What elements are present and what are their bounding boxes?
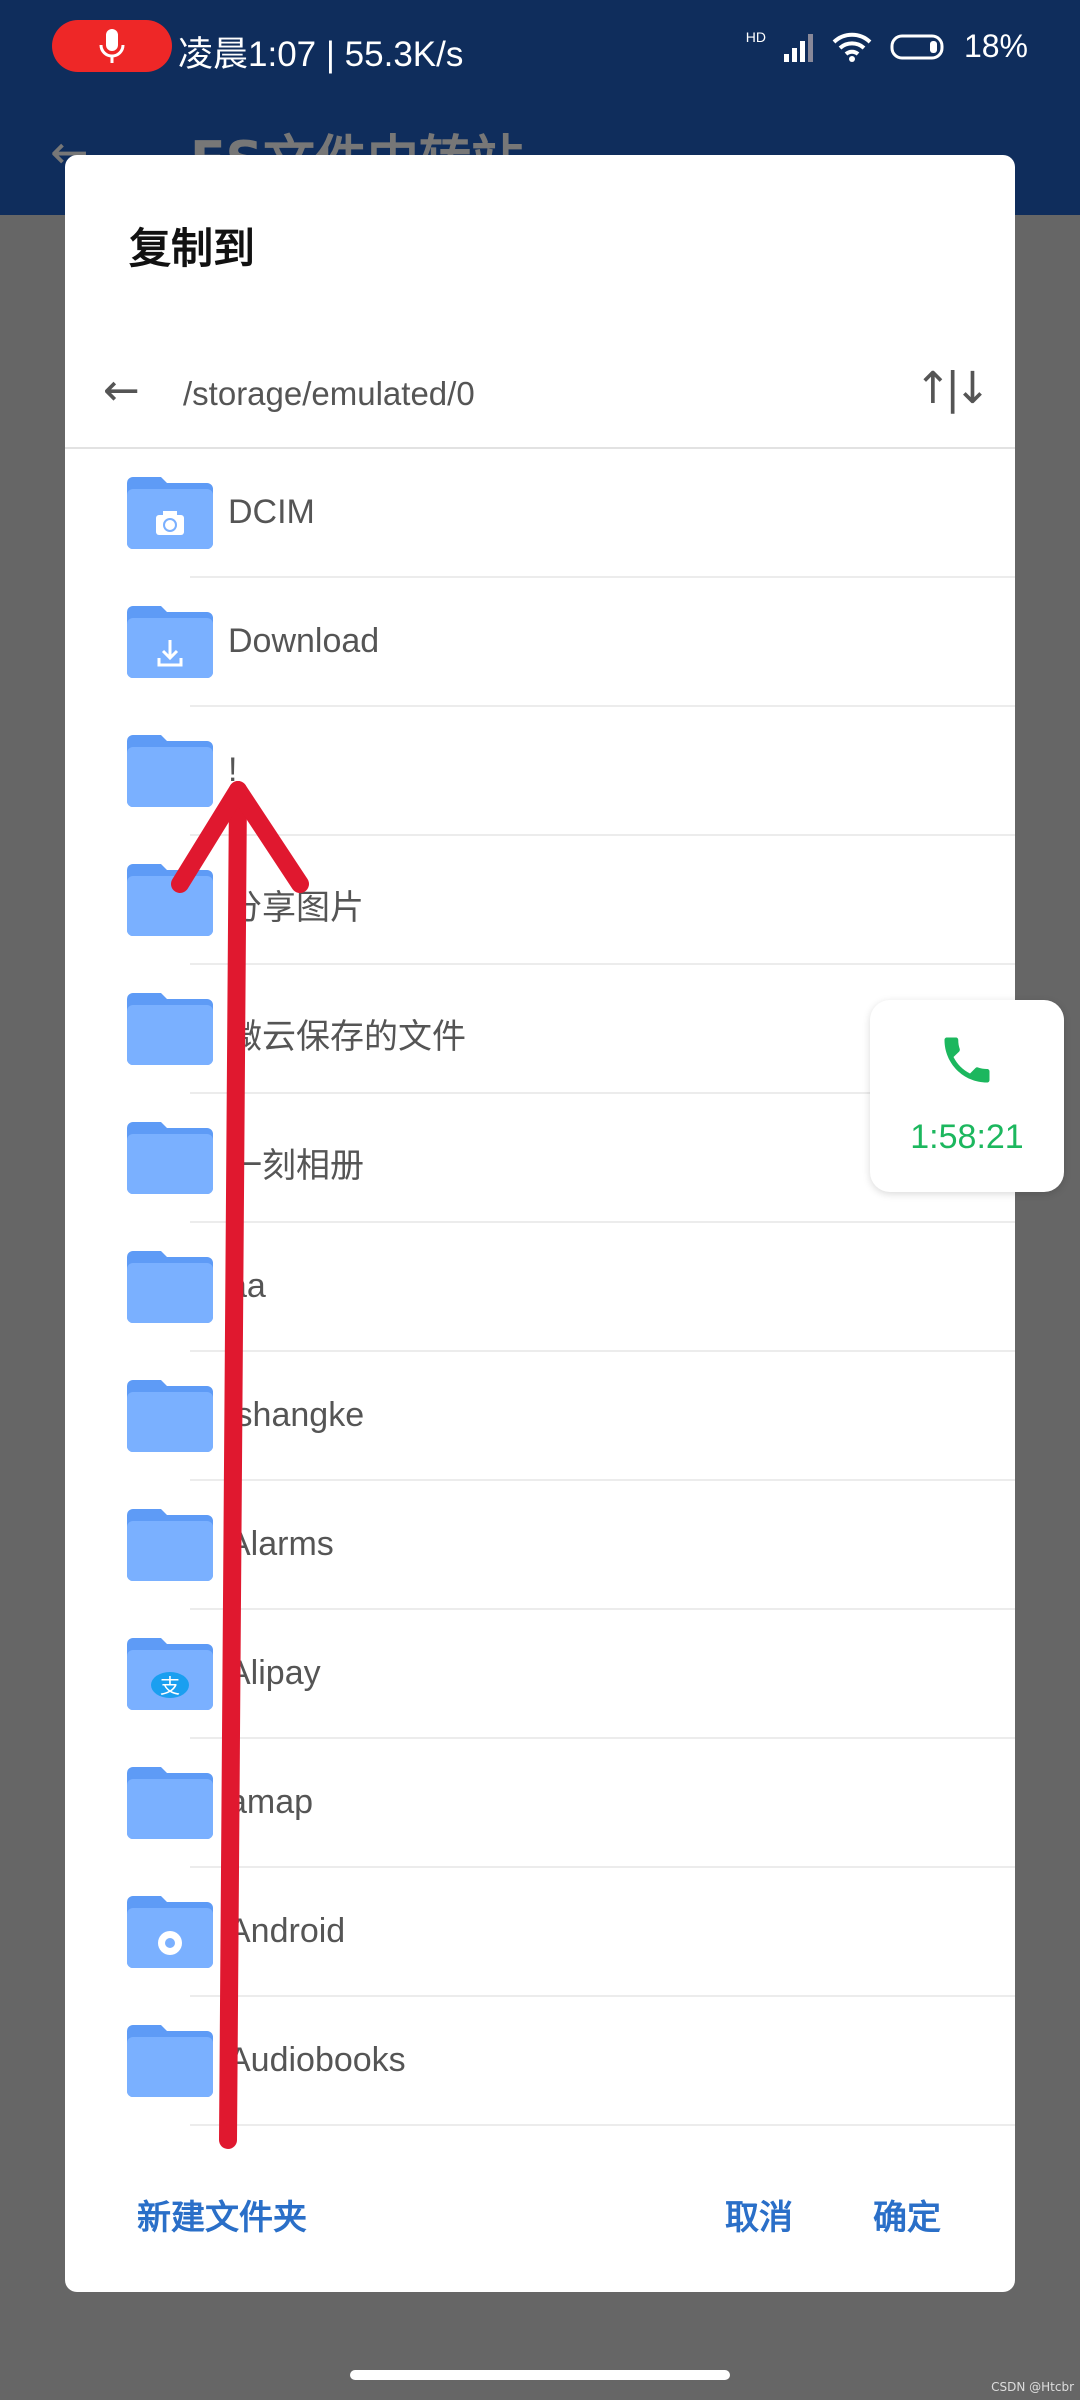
folder-icon — [127, 1509, 213, 1581]
battery-level: 18% — [963, 28, 1028, 64]
confirm-button[interactable]: 确定 — [873, 2190, 941, 2239]
folder-icon — [127, 1380, 213, 1452]
folder-row[interactable]: Audiobooks — [65, 1997, 1015, 2126]
phone-icon — [944, 1037, 990, 1083]
microphone-icon — [99, 29, 125, 63]
home-indicator[interactable] — [350, 2370, 730, 2380]
folder-icon — [127, 735, 213, 807]
folder-name: 一刻相册 — [228, 1147, 364, 1185]
divider — [190, 2124, 1015, 2126]
copy-to-dialog: 复制到 ← /storage/emulated/0 ↑|↓ DCIM Downlo… — [65, 155, 1015, 2292]
folder-name: amap — [228, 1783, 314, 1821]
wifi-icon — [832, 32, 872, 62]
folder-row[interactable]: Android — [65, 1868, 1015, 1997]
folder-icon — [127, 1251, 213, 1323]
folder-name: DCIM — [228, 493, 315, 531]
folder-name: ishangke — [228, 1396, 365, 1434]
call-floating-widget[interactable]: 1:58:21 — [870, 1000, 1064, 1192]
folder-row[interactable]: ishangke — [65, 1352, 1015, 1481]
cellular-signal-icon — [783, 33, 813, 62]
gear-folder-icon — [127, 1896, 213, 1968]
dialog-title: 复制到 — [129, 224, 256, 273]
folder-name: aa — [228, 1267, 266, 1305]
back-arrow-icon[interactable]: ← — [103, 365, 140, 416]
folder-row[interactable]: Download — [65, 578, 1015, 707]
recording-indicator[interactable] — [52, 20, 172, 72]
folder-icon — [127, 1767, 213, 1839]
folder-row[interactable]: amap — [65, 1739, 1015, 1868]
folder-row[interactable]: 支 Alipay — [65, 1610, 1015, 1739]
folder-name: Audiobooks — [228, 2041, 406, 2079]
svg-text:支: 支 — [160, 1674, 180, 1698]
folder-list[interactable]: DCIM Download! 分享图片微云保存的文件 一刻相册 aa ishangke Al… — [65, 449, 1015, 2126]
folder-icon — [127, 993, 213, 1065]
folder-name: Alipay — [228, 1654, 321, 1692]
folder-name: ! — [228, 751, 238, 789]
status-time: 凌晨1:07 | 55.3K/s — [178, 35, 464, 74]
alipay-folder-icon: 支 — [127, 1638, 213, 1710]
folder-name: Download — [228, 622, 380, 660]
folder-row[interactable]: 分享图片 — [65, 836, 1015, 965]
folder-row[interactable]: ! — [65, 707, 1015, 836]
folder-icon — [127, 1122, 213, 1194]
current-path: /storage/emulated/0 — [183, 375, 475, 412]
battery-icon — [890, 34, 944, 59]
camera-folder-icon — [127, 477, 213, 549]
dialog-actions: 新建文件夹 取消 确定 — [65, 2142, 1015, 2292]
folder-row[interactable]: aa — [65, 1223, 1015, 1352]
cancel-button[interactable]: 取消 — [725, 2190, 793, 2239]
folder-row[interactable]: Alarms — [65, 1481, 1015, 1610]
sort-icon[interactable]: ↑|↓ — [914, 363, 991, 414]
signal-icon: HD — [745, 28, 766, 45]
folder-icon — [127, 864, 213, 936]
call-duration: 1:58:21 — [910, 1118, 1024, 1156]
folder-name: 分享图片 — [228, 889, 364, 927]
folder-row[interactable]: DCIM — [65, 449, 1015, 578]
folder-name: Alarms — [228, 1525, 334, 1563]
folder-name: 微云保存的文件 — [228, 1018, 466, 1056]
folder-name: Android — [228, 1912, 346, 1950]
status-bar: 凌晨1:07 | 55.3K/s HD 18% — [0, 20, 1080, 80]
path-bar: ← /storage/emulated/0 ↑|↓ — [65, 345, 1015, 449]
watermark: CSDN @Htcbr — [991, 2380, 1074, 2394]
download-folder-icon — [127, 606, 213, 678]
folder-icon — [127, 2025, 213, 2097]
new-folder-button[interactable]: 新建文件夹 — [137, 2190, 307, 2239]
